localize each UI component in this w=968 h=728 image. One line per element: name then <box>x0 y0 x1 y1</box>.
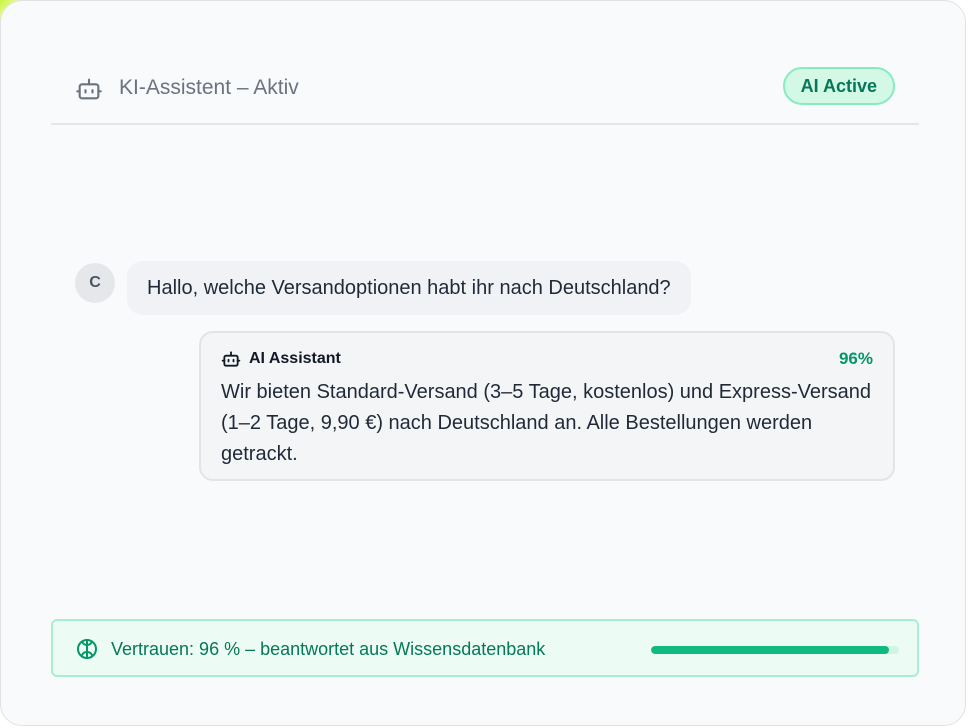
assistant-window: KI-Assistent – Aktiv AI Active C Hallo, … <box>0 0 966 726</box>
assistant-title: KI-Assistent – Aktiv <box>119 76 299 99</box>
confidence-progress-track <box>651 646 899 654</box>
assistant-message-header: AI Assistant <box>221 349 341 369</box>
assistant-message-text: Wir bieten Standard-Versand (3–5 Tage, k… <box>221 381 871 465</box>
status-badge: AI Active <box>782 67 895 105</box>
user-message: Hallo, welche Versandoptionen habt ihr n… <box>127 261 691 315</box>
robot-icon <box>76 78 102 100</box>
assistant-header: KI-Assistent – Aktiv AI Active <box>51 63 919 125</box>
confidence-score: 96% <box>838 349 873 368</box>
assistant-message-card: AI Assistant 96% Wir bieten Standard-Ver… <box>199 331 895 481</box>
robot-icon <box>221 351 241 367</box>
confidence-text: Vertrauen: 96 % – beantwortet aus Wissen… <box>111 639 546 659</box>
user-avatar: C <box>75 263 115 303</box>
brain-icon <box>77 639 97 659</box>
assistant-name: AI Assistant <box>249 350 341 367</box>
confidence-bar: Vertrauen: 96 % – beantwortet aus Wissen… <box>51 619 919 677</box>
confidence-progress-fill <box>651 646 890 654</box>
